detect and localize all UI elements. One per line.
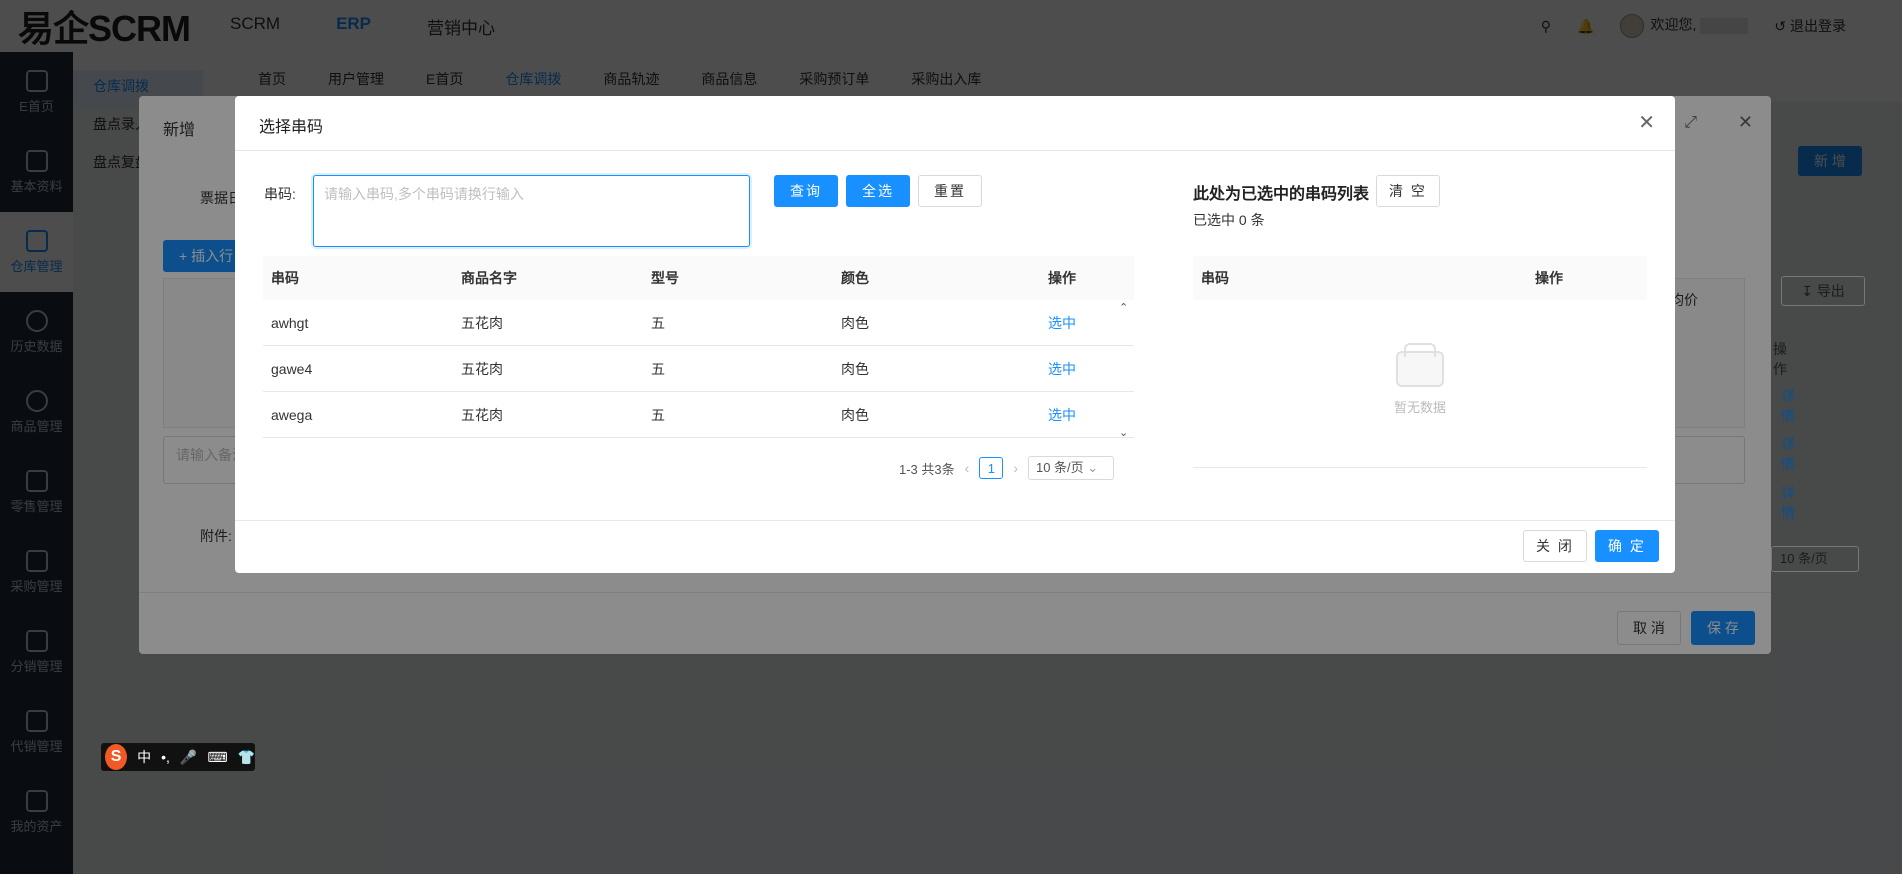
reset-button[interactable]: 重置 (918, 175, 982, 207)
punctuation-icon[interactable]: •, (161, 749, 170, 765)
pagination-summary: 1-3 共3条 (899, 461, 955, 477)
table-header: 串码 操作 (1193, 256, 1647, 300)
table-row: awega 五花肉 五 肉色 选中 (263, 392, 1134, 438)
ime-toolbar: S 中 •, 🎤 ⌨ 👕 (101, 743, 255, 771)
chevron-down-icon: ⌄ (1087, 460, 1099, 475)
page-number[interactable]: 1 (979, 457, 1004, 479)
microphone-icon[interactable]: 🎤 (180, 749, 197, 766)
close-icon[interactable]: ✕ (1638, 110, 1655, 135)
cell-color: 肉色 (841, 360, 869, 377)
skin-icon[interactable]: 👕 (238, 749, 255, 766)
serial-modal-header: 选择串码 ✕ (235, 96, 1675, 151)
col-model: 型号 (651, 270, 679, 286)
serial-modal: 选择串码 ✕ 串码: 查询 全选 重置 串码 商品名字 型号 颜色 操作 awh… (235, 96, 1675, 573)
ime-mode[interactable]: 中 (137, 747, 151, 767)
col-serial: 串码 (1201, 270, 1229, 286)
sogou-logo-icon[interactable]: S (105, 744, 128, 770)
close-button[interactable]: 关 闭 (1523, 530, 1587, 562)
cell-color: 肉色 (841, 314, 869, 331)
col-action: 操作 (1048, 270, 1076, 286)
col-serial: 串码 (271, 270, 299, 286)
serial-modal-title: 选择串码 (259, 119, 324, 136)
cell-name: 五花肉 (461, 360, 503, 377)
table-scrollbar[interactable]: ⌃ ⌄ (1115, 301, 1133, 439)
empty-state: 暂无数据 (1193, 300, 1647, 468)
clear-button[interactable]: 清 空 (1376, 175, 1440, 207)
chevron-right-icon[interactable]: › (1013, 460, 1018, 476)
serial-input[interactable] (313, 175, 750, 247)
serial-label: 串码: (264, 186, 296, 202)
empty-inbox-icon (1396, 343, 1444, 387)
cell-serial: gawe4 (271, 360, 313, 377)
cell-color: 肉色 (841, 406, 869, 423)
chevron-down-icon[interactable]: ⌄ (1119, 426, 1128, 439)
keyboard-icon[interactable]: ⌨ (207, 749, 227, 766)
table-row: gawe4 五花肉 五 肉色 选中 (263, 346, 1134, 392)
cell-serial: awega (271, 406, 313, 423)
table-header: 串码 商品名字 型号 颜色 操作 (263, 256, 1134, 300)
col-name: 商品名字 (461, 270, 517, 286)
cell-name: 五花肉 (461, 406, 503, 423)
pagination: 1-3 共3条 ‹ 1 › 10 条/页 ⌄ (899, 456, 1114, 480)
confirm-button[interactable]: 确 定 (1595, 530, 1659, 562)
cell-serial: awhgt (271, 314, 309, 331)
col-action: 操作 (1535, 270, 1563, 286)
cell-model: 五 (651, 406, 665, 423)
selected-table: 串码 操作 暂无数据 (1193, 256, 1647, 468)
col-color: 颜色 (841, 270, 869, 286)
serial-table: 串码 商品名字 型号 颜色 操作 awhgt 五花肉 五 肉色 选中 gawe4… (263, 256, 1134, 438)
chevron-left-icon[interactable]: ‹ (965, 460, 970, 476)
cell-name: 五花肉 (461, 314, 503, 331)
empty-text: 暂无数据 (1393, 400, 1446, 415)
query-button[interactable]: 查询 (774, 175, 838, 207)
selected-list-title: 此处为已选中的串码列表 (1193, 186, 1370, 203)
selected-count: 已选中 0 条 (1193, 212, 1265, 228)
cell-model: 五 (651, 314, 665, 331)
page-size-value: 10 条/页 (1035, 460, 1084, 475)
serial-modal-footer (235, 520, 1675, 573)
table-row: awhgt 五花肉 五 肉色 选中 (263, 300, 1134, 346)
select-all-button[interactable]: 全选 (846, 175, 910, 207)
chevron-up-icon[interactable]: ⌃ (1119, 301, 1128, 314)
page-size-select[interactable]: 10 条/页 ⌄ (1027, 456, 1114, 480)
cell-model: 五 (651, 360, 665, 377)
